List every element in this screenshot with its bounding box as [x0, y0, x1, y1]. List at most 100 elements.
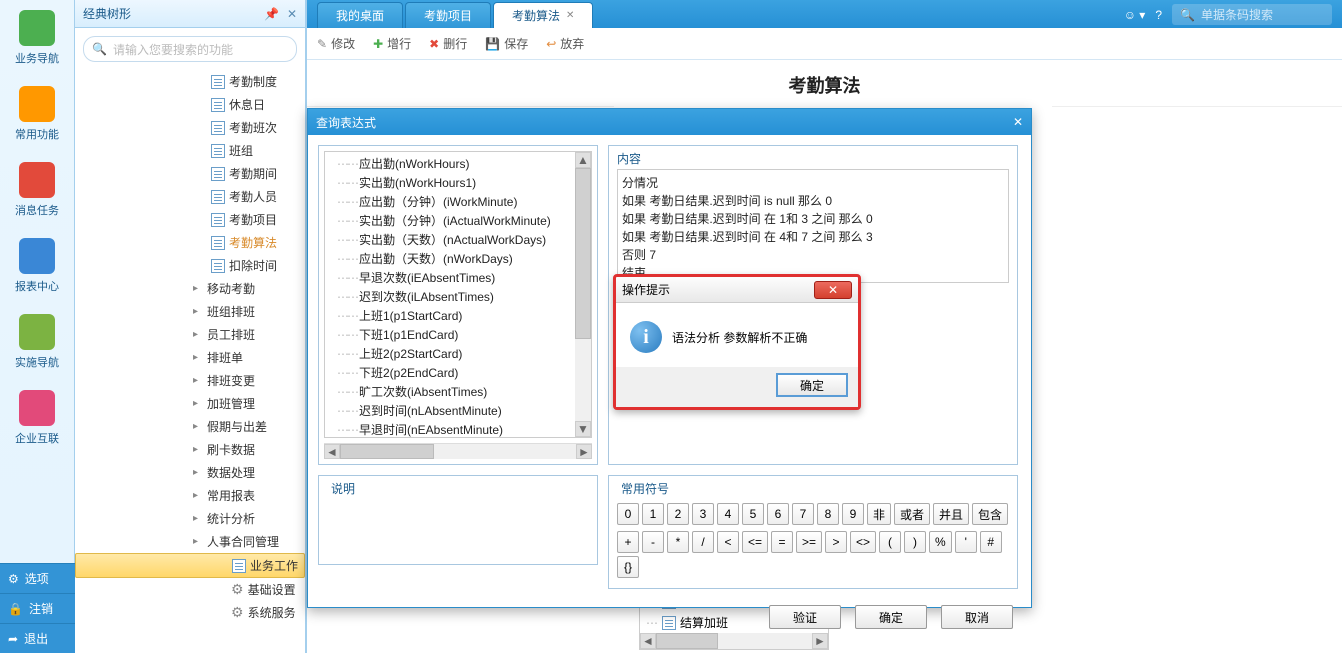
scrollbar-vertical[interactable]: ▲ ▼ — [575, 152, 591, 437]
tree-branch[interactable]: ▸刷卡数据 — [75, 438, 305, 461]
tree-branch[interactable]: ▸移动考勤 — [75, 277, 305, 300]
symbol-button[interactable]: 并且 — [933, 503, 969, 525]
symbol-button[interactable]: 9 — [842, 503, 864, 525]
symbol-button[interactable]: 0 — [617, 503, 639, 525]
symbol-button[interactable]: # — [980, 531, 1002, 553]
tree-sub-item[interactable]: 基础设置 — [75, 578, 305, 601]
tree-branch[interactable]: ▸统计分析 — [75, 507, 305, 530]
expr-tree-item[interactable]: 应出勤（天数）(nWorkDays) — [337, 249, 591, 268]
smiley-icon[interactable]: ☺ ▾ — [1124, 8, 1146, 22]
symbol-button[interactable]: > — [825, 531, 847, 553]
tree-sub-item[interactable]: 系统服务 — [75, 601, 305, 624]
symbol-button[interactable]: = — [771, 531, 793, 553]
alert-close-button[interactable]: ✕ — [814, 281, 852, 299]
expr-tree-item[interactable]: 下班2(p2EndCard) — [337, 363, 591, 382]
nav-item-2[interactable]: 消息任务 — [0, 152, 74, 228]
tree-leaf[interactable]: 班组 — [75, 139, 305, 162]
symbol-button[interactable]: 非 — [867, 503, 891, 525]
tab[interactable]: 我的桌面 — [317, 2, 403, 28]
tree-leaf[interactable]: 考勤算法 — [75, 231, 305, 254]
symbol-button[interactable]: 3 — [692, 503, 714, 525]
nav-footer-exit[interactable]: ➦退出 — [0, 623, 75, 653]
tree-leaf[interactable]: 考勤班次 — [75, 116, 305, 139]
expr-tree-item[interactable]: 早退时间(nEAbsentMinute) — [337, 420, 591, 438]
symbol-button[interactable]: >= — [796, 531, 822, 553]
expr-tree-item[interactable]: 下班1(p1EndCard) — [337, 325, 591, 344]
symbol-button[interactable]: 包含 — [972, 503, 1008, 525]
tree-branch[interactable]: ▸班组排班 — [75, 300, 305, 323]
nav-item-0[interactable]: 业务导航 — [0, 0, 74, 76]
dialog-验证-button[interactable]: 验证 — [769, 605, 841, 629]
tree-branch[interactable]: ▸排班单 — [75, 346, 305, 369]
expr-tree-item[interactable]: 实出勤(nWorkHours1) — [337, 173, 591, 192]
symbol-button[interactable]: <= — [742, 531, 768, 553]
symbol-button[interactable]: <> — [850, 531, 876, 553]
scroll-down-arrow[interactable]: ▼ — [575, 421, 591, 437]
symbol-button[interactable]: 8 — [817, 503, 839, 525]
symbol-button[interactable]: + — [617, 531, 639, 553]
scrollbar-horizontal[interactable]: ◄ ► — [324, 443, 592, 459]
tree-search[interactable]: 🔍 请输入您要搜索的功能 — [83, 36, 297, 62]
symbol-button[interactable]: 5 — [742, 503, 764, 525]
dialog-close-icon[interactable]: ✕ — [1013, 115, 1023, 129]
toolbar-保存[interactable]: 💾保存 — [485, 35, 528, 52]
nav-item-4[interactable]: 实施导航 — [0, 304, 74, 380]
tab[interactable]: 考勤项目 — [405, 2, 491, 28]
symbol-button[interactable]: 1 — [642, 503, 664, 525]
tree-leaf[interactable]: 考勤期间 — [75, 162, 305, 185]
tree-branch[interactable]: ▸加班管理 — [75, 392, 305, 415]
tree-branch[interactable]: ▸排班变更 — [75, 369, 305, 392]
pin-icon[interactable]: 📌 — [264, 7, 279, 21]
toolbar-增行[interactable]: ✚增行 — [373, 35, 411, 52]
scroll-thumb-v[interactable] — [575, 168, 591, 339]
symbol-button[interactable]: 6 — [767, 503, 789, 525]
symbol-button[interactable]: {} — [617, 556, 639, 578]
expr-tree-item[interactable]: 迟到时间(nLAbsentMinute) — [337, 401, 591, 420]
nav-item-3[interactable]: 报表中心 — [0, 228, 74, 304]
tab[interactable]: 考勤算法✕ — [493, 2, 593, 28]
symbol-button[interactable]: 2 — [667, 503, 689, 525]
expr-tree-item[interactable]: 应出勤(nWorkHours) — [337, 154, 591, 173]
tree-leaf[interactable]: 休息日 — [75, 93, 305, 116]
scroll-thumb[interactable] — [340, 444, 434, 459]
expr-tree-item[interactable]: 实出勤（分钟）(iActualWorkMinute) — [337, 211, 591, 230]
nav-footer-gear[interactable]: ⚙选项 — [0, 563, 75, 593]
scroll-up-arrow[interactable]: ▲ — [575, 152, 591, 168]
tree-branch[interactable]: ▸员工排班 — [75, 323, 305, 346]
expr-tree-item[interactable]: 上班2(p2StartCard) — [337, 344, 591, 363]
symbol-button[interactable]: 或者 — [894, 503, 930, 525]
tree-branch[interactable]: ▸人事合同管理 — [75, 530, 305, 553]
expr-tree-item[interactable]: 旷工次数(iAbsentTimes) — [337, 382, 591, 401]
symbol-button[interactable]: 4 — [717, 503, 739, 525]
expr-tree-item[interactable]: 实出勤（天数）(nActualWorkDays) — [337, 230, 591, 249]
close-icon[interactable]: ✕ — [287, 7, 297, 21]
tree-leaf[interactable]: 考勤人员 — [75, 185, 305, 208]
symbol-button[interactable]: * — [667, 531, 689, 553]
alert-ok-button[interactable]: 确定 — [776, 373, 848, 397]
nav-item-1[interactable]: 常用功能 — [0, 76, 74, 152]
content-textarea[interactable]: 分情况 如果 考勤日结果.迟到时间 is null 那么 0 如果 考勤日结果.… — [617, 169, 1009, 283]
nav-item-5[interactable]: 企业互联 — [0, 380, 74, 456]
symbol-button[interactable]: ' — [955, 531, 977, 553]
tree-sub-item[interactable]: 业务工作 — [75, 553, 305, 578]
expr-tree-item[interactable]: 上班1(p1StartCard) — [337, 306, 591, 325]
scroll-left-arrow[interactable]: ◄ — [324, 444, 340, 459]
global-search[interactable]: 🔍 单据条码搜索 — [1172, 4, 1332, 25]
toolbar-放弃[interactable]: ↩放弃 — [546, 35, 584, 52]
expr-tree-item[interactable]: 早退次数(iEAbsentTimes) — [337, 268, 591, 287]
symbol-button[interactable]: < — [717, 531, 739, 553]
symbol-button[interactable]: / — [692, 531, 714, 553]
tree-leaf[interactable]: 考勤制度 — [75, 70, 305, 93]
symbol-button[interactable]: ) — [904, 531, 926, 553]
toolbar-修改[interactable]: ✎修改 — [317, 35, 355, 52]
expr-tree-item[interactable]: 迟到次数(iLAbsentTimes) — [337, 287, 591, 306]
symbol-button[interactable]: ( — [879, 531, 901, 553]
tree-branch[interactable]: ▸常用报表 — [75, 484, 305, 507]
symbol-button[interactable]: - — [642, 531, 664, 553]
symbol-button[interactable]: % — [929, 531, 952, 553]
tree-branch[interactable]: ▸假期与出差 — [75, 415, 305, 438]
help-icon[interactable]: ? — [1155, 8, 1162, 22]
symbol-button[interactable]: 7 — [792, 503, 814, 525]
dialog-取消-button[interactable]: 取消 — [941, 605, 1013, 629]
close-icon[interactable]: ✕ — [566, 10, 574, 21]
